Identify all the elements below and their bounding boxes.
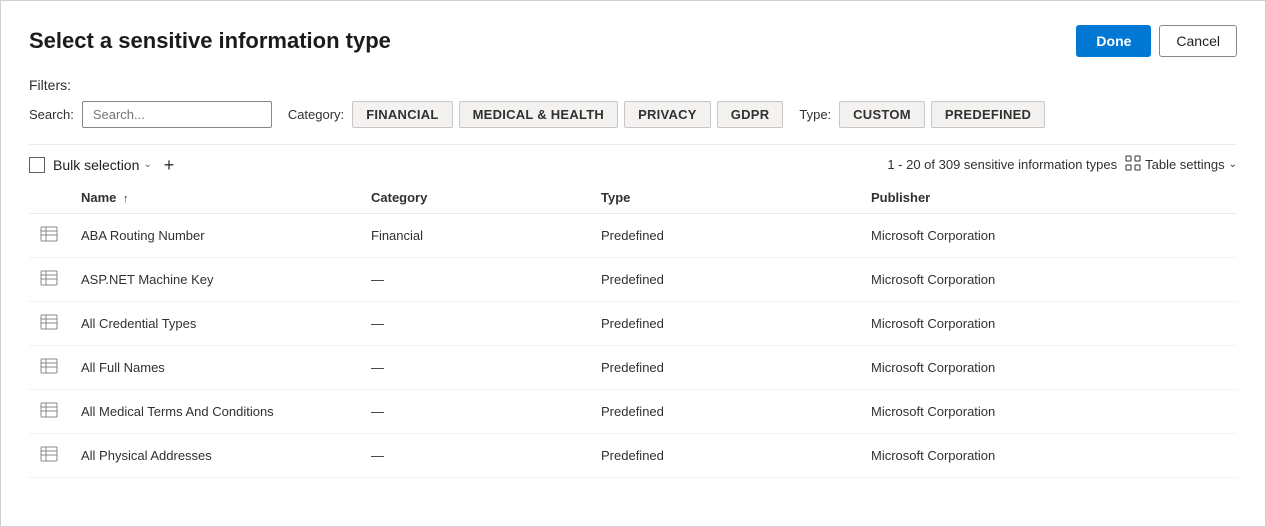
- page-title: Select a sensitive information type: [29, 28, 391, 54]
- row-name: All Medical Terms And Conditions: [73, 390, 363, 434]
- row-category: —: [363, 302, 593, 346]
- row-type: Predefined: [593, 434, 863, 478]
- row-name: All Credential Types: [73, 302, 363, 346]
- col-checkbox: [29, 182, 73, 214]
- table-body: ABA Routing NumberFinancialPredefinedMic…: [29, 214, 1237, 478]
- row-checkbox-cell: [29, 302, 73, 346]
- header-buttons: Done Cancel: [1076, 25, 1237, 57]
- type-label: Type:: [799, 107, 831, 122]
- row-icon: [39, 408, 59, 423]
- filter-financial[interactable]: FINANCIAL: [352, 101, 452, 128]
- row-checkbox-cell: [29, 434, 73, 478]
- row-icon: [39, 452, 59, 467]
- row-name: ABA Routing Number: [73, 214, 363, 258]
- row-category: —: [363, 390, 593, 434]
- search-label: Search:: [29, 107, 74, 122]
- table-row[interactable]: ABA Routing NumberFinancialPredefinedMic…: [29, 214, 1237, 258]
- table-header: Name ↑ Category Type Publisher: [29, 182, 1237, 214]
- row-category: Financial: [363, 214, 593, 258]
- table-settings-chevron-icon: ⌄: [1229, 159, 1237, 170]
- row-checkbox-cell: [29, 390, 73, 434]
- table-settings-label: Table settings: [1145, 157, 1225, 172]
- category-label: Category:: [288, 107, 344, 122]
- filters-section: Filters: Search: Category: FINANCIAL MED…: [29, 77, 1237, 128]
- bulk-selection-label[interactable]: Bulk selection ⌄: [53, 157, 152, 173]
- row-name: All Full Names: [73, 346, 363, 390]
- row-category: —: [363, 434, 593, 478]
- filter-medical[interactable]: MEDICAL & HEALTH: [459, 101, 619, 128]
- row-publisher: Microsoft Corporation: [863, 390, 1237, 434]
- row-category: —: [363, 258, 593, 302]
- filter-predefined[interactable]: PREDEFINED: [931, 101, 1045, 128]
- table-settings-icon: [1125, 155, 1141, 174]
- filter-gdpr[interactable]: GDPR: [717, 101, 784, 128]
- row-category: —: [363, 346, 593, 390]
- row-type: Predefined: [593, 390, 863, 434]
- table-row[interactable]: All Full Names—PredefinedMicrosoft Corpo…: [29, 346, 1237, 390]
- row-publisher: Microsoft Corporation: [863, 346, 1237, 390]
- count-text: 1 - 20 of 309 sensitive information type…: [887, 157, 1117, 172]
- filters-row: Search: Category: FINANCIAL MEDICAL & HE…: [29, 101, 1237, 128]
- col-name-header[interactable]: Name ↑: [73, 182, 363, 214]
- row-checkbox-cell: [29, 214, 73, 258]
- row-icon: [39, 276, 59, 291]
- table-row[interactable]: ASP.NET Machine Key—PredefinedMicrosoft …: [29, 258, 1237, 302]
- row-icon: [39, 320, 59, 335]
- row-type: Predefined: [593, 302, 863, 346]
- row-name: All Physical Addresses: [73, 434, 363, 478]
- filter-privacy[interactable]: PRIVACY: [624, 101, 711, 128]
- row-publisher: Microsoft Corporation: [863, 302, 1237, 346]
- col-category-header[interactable]: Category: [363, 182, 593, 214]
- row-checkbox-cell: [29, 346, 73, 390]
- row-type: Predefined: [593, 214, 863, 258]
- row-checkbox-cell: [29, 258, 73, 302]
- table-row[interactable]: All Credential Types—PredefinedMicrosoft…: [29, 302, 1237, 346]
- add-button[interactable]: +: [160, 156, 179, 174]
- sort-asc-icon: ↑: [123, 193, 129, 205]
- bulk-checkbox[interactable]: [29, 157, 45, 173]
- row-icon: [39, 364, 59, 379]
- table-row[interactable]: All Physical Addresses—PredefinedMicroso…: [29, 434, 1237, 478]
- filter-custom[interactable]: CUSTOM: [839, 101, 925, 128]
- search-input[interactable]: [82, 101, 272, 128]
- toolbar-right: 1 - 20 of 309 sensitive information type…: [887, 155, 1237, 174]
- header-row: Select a sensitive information type Done…: [29, 25, 1237, 57]
- cancel-button[interactable]: Cancel: [1159, 25, 1237, 57]
- col-publisher-header[interactable]: Publisher: [863, 182, 1237, 214]
- row-icon: [39, 232, 59, 247]
- dialog-container: Select a sensitive information type Done…: [0, 0, 1266, 527]
- row-publisher: Microsoft Corporation: [863, 214, 1237, 258]
- col-type-header[interactable]: Type: [593, 182, 863, 214]
- row-publisher: Microsoft Corporation: [863, 258, 1237, 302]
- data-table: Name ↑ Category Type Publisher ABA Routi…: [29, 182, 1237, 478]
- toolbar-row: Bulk selection ⌄ + 1 - 20 of 309 sensiti…: [29, 145, 1237, 182]
- table-row[interactable]: All Medical Terms And Conditions—Predefi…: [29, 390, 1237, 434]
- row-type: Predefined: [593, 258, 863, 302]
- done-button[interactable]: Done: [1076, 25, 1151, 57]
- filters-label: Filters:: [29, 77, 1237, 93]
- toolbar-left: Bulk selection ⌄ +: [29, 156, 178, 174]
- table-settings-button[interactable]: Table settings ⌄: [1125, 155, 1237, 174]
- chevron-down-icon: ⌄: [143, 159, 151, 170]
- row-type: Predefined: [593, 346, 863, 390]
- row-name: ASP.NET Machine Key: [73, 258, 363, 302]
- row-publisher: Microsoft Corporation: [863, 434, 1237, 478]
